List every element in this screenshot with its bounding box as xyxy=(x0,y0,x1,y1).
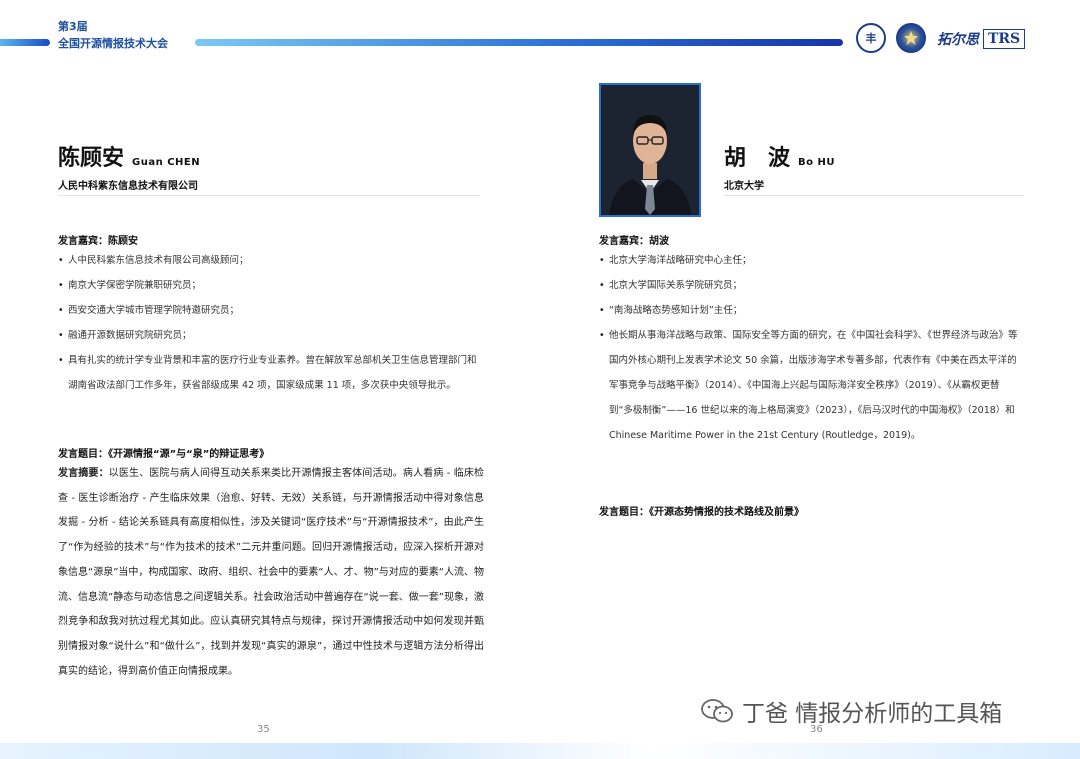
divider-left xyxy=(58,195,480,196)
university-logo-text: 丰 xyxy=(865,32,877,45)
list-item: 南京大学保密学院兼职研究员； xyxy=(58,273,484,298)
header-accent-bar xyxy=(195,39,843,46)
seal-logo xyxy=(896,23,926,53)
abstract-text: 以医生、医院与病人间得互动关系来类比开源情报主客体间活动。病人看病 - 临床检查… xyxy=(58,468,484,677)
header-accent-bar-left xyxy=(0,39,50,46)
footer-gradient-band xyxy=(0,743,1080,759)
bio-list-right: 北京大学海洋战略研究中心主任； 北京大学国际关系学院研究员； “南海战略态势感知… xyxy=(599,248,1023,448)
list-item: 具有扎实的统计学专业背景和丰富的医疗行业专业素养。曾在解放军总部机关卫生信息管理… xyxy=(58,348,484,398)
speaker-org-right: 北京大学 xyxy=(724,181,764,192)
divider-right xyxy=(724,195,1024,196)
trs-logo-cn: 拓尔思 xyxy=(937,32,979,48)
speaker-label-right: 发言嘉宾：胡波 xyxy=(599,236,669,247)
university-logo: 丰 xyxy=(856,23,886,53)
conference-title: 全国开源情报技术大会 xyxy=(58,37,168,50)
conference-edition: 第3届 xyxy=(58,20,88,33)
speaker-name-cn: 陈顾安 xyxy=(58,146,125,171)
topic-label-left: 发言题目：《开源情报“源”与“泉”的辩证思考》 xyxy=(58,449,270,460)
list-item: 北京大学海洋战略研究中心主任； xyxy=(599,248,1023,273)
speaker-name-cn: 胡 波 xyxy=(724,146,791,171)
watermark: 丁爸 情报分析师的工具箱 xyxy=(700,694,1002,728)
trs-logo-en: TRS xyxy=(983,29,1026,49)
speaker-label-left: 发言嘉宾：陈顾安 xyxy=(58,236,138,247)
speaker-name-left: 陈顾安 Guan CHEN xyxy=(58,140,200,172)
page-number-left: 35 xyxy=(257,724,270,735)
speaker-org-left: 人民中科紫东信息技术有限公司 xyxy=(58,181,198,192)
page-header: 第3届 全国开源情报技术大会 丰 拓尔思 TRS xyxy=(0,0,1080,70)
list-item: 人中民科紫东信息技术有限公司高级顾问； xyxy=(58,248,484,273)
abstract-label: 发言摘要： xyxy=(58,468,109,479)
speaker-name-en: Guan CHEN xyxy=(132,157,201,168)
list-item: 北京大学国际关系学院研究员； xyxy=(599,273,1023,298)
speaker-photo xyxy=(599,83,701,217)
list-item: 他长期从事海洋战略与政策、国际安全等方面的研究，在《中国社会科学》、《世界经济与… xyxy=(599,323,1023,448)
list-item: “南海战略态势感知计划”主任； xyxy=(599,298,1023,323)
abstract-left: 发言摘要：以医生、医院与病人间得互动关系来类比开源情报主客体间活动。病人看病 -… xyxy=(58,462,484,684)
list-item: 融通开源数据研究院研究员； xyxy=(58,323,484,348)
star-icon xyxy=(904,31,918,45)
bio-list-left: 人中民科紫东信息技术有限公司高级顾问； 南京大学保密学院兼职研究员； 西安交通大… xyxy=(58,248,484,398)
topic-label-right: 发言题目：《开源态势情报的技术路线及前景》 xyxy=(599,507,804,518)
speaker-name-right: 胡 波 Bo HU xyxy=(724,140,835,172)
watermark-text: 丁爸 情报分析师的工具箱 xyxy=(742,701,1003,727)
trs-logo: 拓尔思 TRS xyxy=(937,28,1026,50)
list-item: 西安交通大学城市管理学院特邀研究员； xyxy=(58,298,484,323)
speaker-name-en: Bo HU xyxy=(798,157,835,168)
wechat-icon xyxy=(701,699,733,723)
speaker-portrait xyxy=(601,85,699,215)
